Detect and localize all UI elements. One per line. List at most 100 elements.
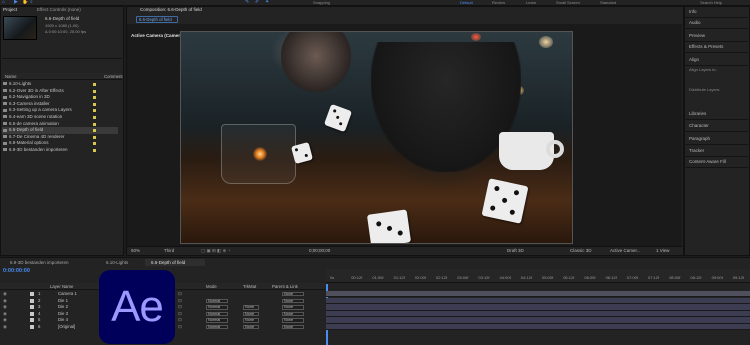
right-panel-item[interactable]: Info [689,9,697,15]
tab-project[interactable]: Project [3,7,17,13]
trkmat-select[interactable]: None [243,325,259,330]
workspace-small-screen[interactable]: Small Screen [556,0,580,5]
pen-tool-icon[interactable]: ✎ [245,0,250,5]
project-item[interactable]: 6.3-Camera installer [2,101,118,108]
parent-select[interactable]: None [282,305,304,310]
col-parent[interactable]: Parent & Link [272,284,298,289]
parent-select[interactable]: None [282,311,304,317]
right-panel-item[interactable]: Preview [689,33,705,39]
label-color-icon[interactable] [30,292,34,296]
project-item[interactable]: 6.4-earn 3D scene rotation [2,114,118,121]
visibility-icon[interactable]: ◉ [3,304,7,310]
label-color-icon[interactable] [93,142,96,146]
switch-icon[interactable]: ⊡ [178,298,182,304]
layer-track-bar[interactable] [326,317,750,324]
parent-select[interactable]: None [282,318,304,323]
layer-name[interactable]: Die 2 [58,304,68,310]
search-help[interactable]: Search Help [700,0,722,5]
switch-icon[interactable]: ⊡ [178,311,182,317]
resolution-select[interactable]: Third [164,248,174,254]
layer-name[interactable]: Camera 1 [58,291,77,297]
label-color-icon[interactable] [30,305,34,310]
layer-track-bar[interactable] [326,310,750,318]
right-panel-item[interactable]: Tracker [689,148,704,154]
visibility-icon[interactable]: ◉ [3,317,7,323]
project-item[interactable]: 6.3-Setting up a camera Layers [2,107,118,114]
parent-select[interactable]: None [282,292,304,297]
col-comment-header[interactable]: Comment [104,74,123,79]
layer-name[interactable]: Die 3 [58,311,68,317]
layer-track-bar[interactable] [326,291,750,298]
col-mode[interactable]: Mode [206,284,217,289]
timeline-tab[interactable]: 6.6-Depth of field [145,259,205,266]
visibility-icon[interactable]: ◉ [3,311,7,317]
renderer-toggle[interactable]: Draft 3D [507,248,524,254]
layer-name[interactable]: [Original] [58,324,75,330]
label-color-icon[interactable] [93,89,96,93]
label-color-icon[interactable] [93,122,96,126]
label-color-icon[interactable] [93,109,96,113]
label-color-icon[interactable] [30,318,34,323]
mode-select[interactable]: Normal [206,318,228,323]
label-color-icon[interactable] [30,298,34,303]
right-panel-item[interactable]: Audio [689,20,701,26]
mode-select[interactable]: Normal [206,305,228,310]
timecode-display[interactable]: 0;00;00;00 [309,248,330,254]
composition-frame[interactable] [180,31,573,244]
col-layer-name[interactable]: Layer Name [50,284,73,289]
camera-view-select[interactable]: Active Camer... [610,248,641,254]
label-color-icon[interactable] [93,149,96,152]
parent-select[interactable]: None [282,325,304,330]
tab-composition[interactable]: Composition: 6.6-Depth of field [140,7,202,13]
project-item[interactable]: 6.10-Lights [2,81,118,88]
layer-track-bar[interactable] [326,304,750,311]
snapping-toggle[interactable]: Snapping [313,0,330,5]
project-item[interactable]: 6.9-3D bestanden importeren [2,147,118,154]
workspace-standard[interactable]: Standard [600,0,616,5]
right-panel-item[interactable]: Align [689,57,699,63]
right-panel-item[interactable]: Content-Aware Fill [689,159,726,165]
home-icon[interactable]: ⌂ [2,0,7,5]
parent-select[interactable]: None [282,298,304,303]
trkmat-select[interactable]: None [243,305,259,310]
label-color-icon[interactable] [93,96,96,100]
switch-icon[interactable]: ⊡ [178,324,182,330]
col-trkmat[interactable]: TrkMat [243,284,256,289]
trkmat-select[interactable]: None [243,311,259,317]
label-color-icon[interactable] [93,83,96,86]
workspace-learn[interactable]: Learn [526,0,536,5]
selection-tool-icon[interactable]: ▶ [14,0,19,5]
hand-tool-icon[interactable]: ✋ [22,0,28,5]
layer-track-bar[interactable] [326,297,750,304]
project-item[interactable]: 6.7-De Cinema 4D renderer [2,134,118,141]
project-item[interactable]: 6.2-Navigation in 3D [2,94,118,101]
breadcrumb[interactable]: 6.6-Depth of field [136,16,178,23]
label-color-icon[interactable] [30,311,34,316]
switch-icon[interactable]: ⊡ [178,291,182,297]
timeline-tab[interactable]: 6.9-3D bestanden importeren [4,259,94,266]
visibility-icon[interactable]: ◉ [3,298,7,304]
switch-icon[interactable]: ⊡ [178,304,182,310]
views-select[interactable]: 1 View [656,248,669,254]
time-ruler[interactable] [326,269,750,283]
right-panel-item[interactable]: Libraries [689,111,706,117]
timeline-timecode[interactable]: 0:00:00:00 [3,268,30,274]
puppet-tool-icon[interactable]: ✦ [265,0,270,5]
layer-name[interactable]: Die 4 [58,317,68,323]
project-item[interactable]: 6.6-Depth of field [2,127,118,134]
zoom-select[interactable]: 50% [131,248,140,254]
project-item[interactable]: 6.2-Over 3D in After Effects [2,88,118,95]
mode-select[interactable]: Normal [206,325,228,330]
project-item[interactable]: 6.8-Material options [2,140,118,147]
col-name-header[interactable]: Name [5,74,16,79]
brush-tool-icon[interactable]: ✐ [255,0,260,5]
right-panel-item[interactable]: Distribute Layers: [689,87,720,93]
layer-name[interactable]: Die 1 [58,298,68,304]
label-color-icon[interactable] [93,102,96,106]
right-panel-item[interactable]: Character [689,123,709,129]
zoom-tool-icon[interactable]: ⌕ [30,0,35,5]
label-color-icon[interactable] [30,325,34,329]
view-options-icon[interactable]: ▢ ▣ ⊞ ◧ ⊕ ◔ [201,248,230,254]
label-color-icon[interactable] [93,116,96,119]
right-panel-item[interactable]: Paragraph [689,136,710,142]
